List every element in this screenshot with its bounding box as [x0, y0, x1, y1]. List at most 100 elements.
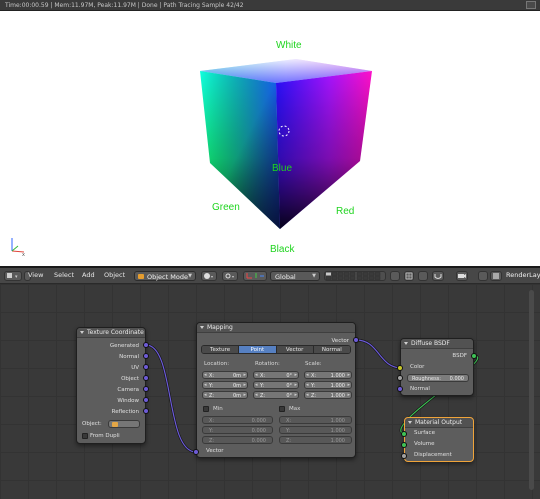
- rgb-cube-render: [200, 59, 372, 229]
- render-preview-button[interactable]: [456, 271, 468, 281]
- editor-type-menu[interactable]: ▾: [4, 271, 22, 281]
- socket-camera[interactable]: [143, 386, 149, 392]
- render-layer-toggle[interactable]: [490, 271, 502, 281]
- menu-select[interactable]: Select: [54, 271, 74, 281]
- rotation-label: Rotation:: [255, 361, 280, 367]
- texture-coordinate-node[interactable]: Texture Coordinate Generated Normal UV O…: [76, 327, 146, 444]
- tab-texture[interactable]: Texture: [202, 346, 240, 353]
- min-y-field[interactable]: Y: 0.000: [202, 426, 273, 434]
- field-value: 0°: [286, 383, 292, 389]
- node-editor-icon: ▾: [7, 273, 18, 280]
- render-region-button[interactable]: [478, 271, 488, 281]
- tab-normal[interactable]: Normal: [313, 346, 350, 353]
- scale-z-field[interactable]: ◂ Z: 1.000 ▸: [304, 391, 352, 399]
- magnet-icon: [434, 274, 442, 279]
- from-dupli-checkbox[interactable]: [82, 433, 88, 439]
- socket-color-in[interactable]: [397, 365, 403, 371]
- scale-x-field[interactable]: ◂ X: 1.000 ▸: [304, 371, 352, 379]
- socket-volume-in[interactable]: [401, 442, 407, 448]
- diffuse-bsdf-node[interactable]: Diffuse BSDF BSDF Color Roughness: 0.000…: [400, 338, 474, 396]
- chevron-down-icon: ▼: [188, 273, 192, 279]
- manipulator-icon: [246, 273, 264, 279]
- object-mode-icon: [138, 274, 144, 279]
- min-z-field[interactable]: Z: 0.000: [202, 436, 273, 444]
- output-object: Object: [121, 376, 139, 382]
- max-z-field[interactable]: Z: 1.000: [279, 436, 352, 444]
- material-output-node[interactable]: Material Output Surface Volume Displacem…: [404, 417, 474, 462]
- max-y-field[interactable]: Y: 1.000: [279, 426, 352, 434]
- socket-roughness-in[interactable]: [397, 375, 403, 381]
- output-vector: Vector: [331, 338, 349, 344]
- mode-dropdown[interactable]: Object Mode ▼: [134, 271, 196, 281]
- location-y-field[interactable]: ◂ Y: 0m ▸: [202, 381, 248, 389]
- max-checkbox[interactable]: [279, 406, 285, 412]
- max-x-field[interactable]: X: 1.000: [279, 416, 352, 424]
- field-value: 0.000: [251, 428, 266, 434]
- pivot-dropdown[interactable]: ▾: [222, 271, 238, 281]
- location-x-field[interactable]: ◂ X: 0m ▸: [202, 371, 248, 379]
- field-value: 0m: [232, 373, 241, 379]
- link-mapping-to-color: [355, 339, 403, 369]
- node-title: Material Output: [405, 418, 473, 428]
- node-title: Texture Coordinate: [77, 328, 145, 338]
- rotation-x-field[interactable]: ◂ X: 0° ▸: [253, 371, 299, 379]
- camera-icon: [458, 274, 466, 278]
- node-title: Mapping: [197, 323, 355, 333]
- input-color: Color: [410, 364, 425, 370]
- axis-label: Z:: [260, 393, 266, 399]
- tab-vector[interactable]: Vector: [276, 346, 314, 353]
- socket-reflection[interactable]: [143, 408, 149, 414]
- orientation-dropdown[interactable]: Global ▼: [270, 271, 320, 281]
- menu-add[interactable]: Add: [82, 271, 95, 281]
- socket-object[interactable]: [143, 375, 149, 381]
- field-value: 0°: [286, 373, 292, 379]
- socket-window[interactable]: [143, 397, 149, 403]
- mode-label: Object Mode: [147, 273, 188, 281]
- field-value: 0m: [232, 383, 241, 389]
- shading-dropdown[interactable]: ▾: [201, 271, 217, 281]
- axis-label: X:: [209, 373, 215, 379]
- socket-generated[interactable]: [143, 342, 149, 348]
- layer-lock-button[interactable]: [390, 271, 400, 281]
- socket-uv[interactable]: [143, 364, 149, 370]
- snap-button[interactable]: [404, 271, 414, 281]
- input-normal: Normal: [410, 386, 430, 392]
- field-value: 1.000: [330, 438, 345, 444]
- object-field[interactable]: [108, 420, 140, 428]
- tab-point[interactable]: Point: [239, 346, 277, 353]
- render-layer-label[interactable]: RenderLayer: [506, 271, 540, 281]
- shading-sphere-icon: ▾: [204, 273, 213, 279]
- axis-label: X:: [311, 373, 317, 379]
- manipulator-buttons[interactable]: [243, 271, 267, 281]
- input-volume: Volume: [414, 441, 435, 447]
- scale-y-field[interactable]: ◂ Y: 1.000 ▸: [304, 381, 352, 389]
- rotation-y-field[interactable]: ◂ Y: 0° ▸: [253, 381, 299, 389]
- mapping-node[interactable]: Mapping Vector Texture Point Vector Norm…: [196, 322, 356, 458]
- socket-mapping-out[interactable]: [353, 337, 359, 343]
- render-viewport[interactable]: White Blue Green Red Black x: [0, 11, 540, 266]
- rotation-z-field[interactable]: ◂ Z: 0° ▸: [253, 391, 299, 399]
- proportional-edit-button[interactable]: [432, 271, 444, 281]
- node-title: Diffuse BSDF: [401, 339, 473, 349]
- socket-normal-in[interactable]: [397, 386, 403, 392]
- socket-mapping-in[interactable]: [193, 449, 199, 455]
- axis-label: Z:: [209, 438, 215, 444]
- location-z-field[interactable]: ◂ Z: 0m ▸: [202, 391, 248, 399]
- field-value: 0°: [286, 393, 292, 399]
- socket-displacement-in[interactable]: [401, 453, 407, 459]
- socket-normal[interactable]: [143, 353, 149, 359]
- socket-surface-in[interactable]: [401, 431, 407, 437]
- roughness-field[interactable]: Roughness: 0.000: [407, 374, 469, 382]
- axis-label: Y:: [260, 383, 265, 389]
- snap-target-button[interactable]: [418, 271, 428, 281]
- layer-buttons[interactable]: [324, 271, 386, 281]
- min-x-field[interactable]: X: 0.000: [202, 416, 273, 424]
- input-vector: Vector: [206, 448, 224, 454]
- expand-icon[interactable]: [526, 1, 536, 9]
- axis-label: Y:: [209, 428, 214, 434]
- input-displacement: Displacement: [414, 452, 452, 458]
- min-checkbox[interactable]: [203, 406, 209, 412]
- menu-view[interactable]: View: [28, 271, 43, 281]
- menu-object[interactable]: Object: [104, 271, 125, 281]
- socket-bsdf-out[interactable]: [471, 353, 477, 359]
